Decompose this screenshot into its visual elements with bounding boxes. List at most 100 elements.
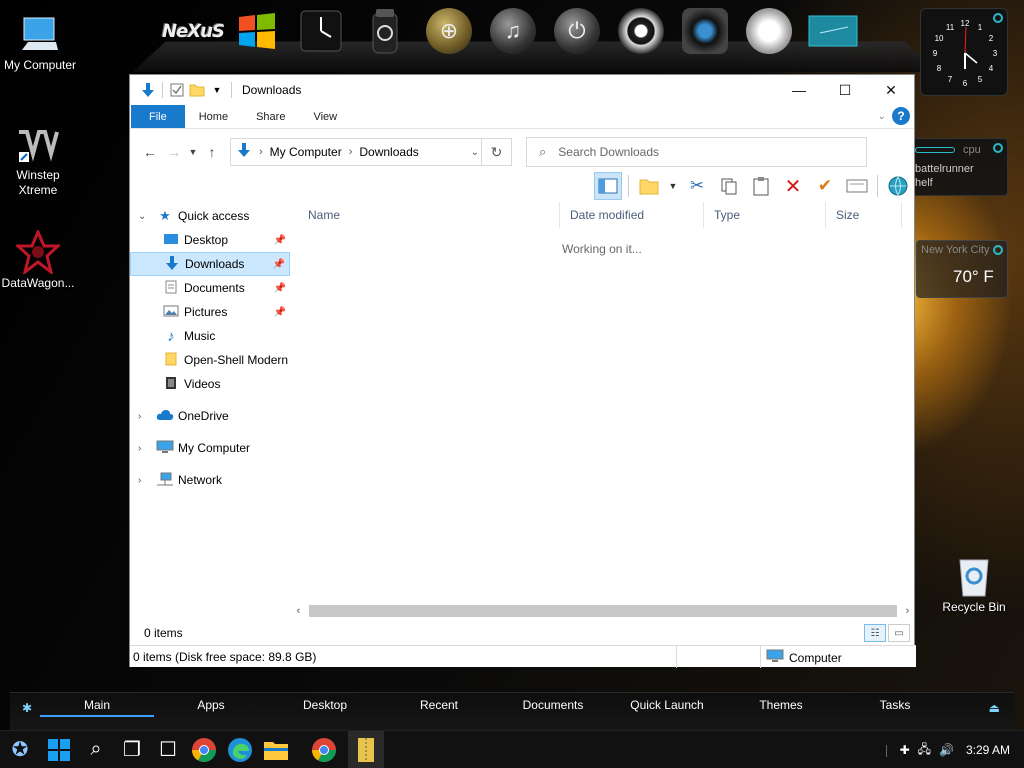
navigation-pane-icon[interactable] <box>594 172 622 200</box>
menu-item-desktop[interactable]: Desktop <box>268 698 382 717</box>
chevron-right-icon[interactable]: › <box>138 443 152 454</box>
column-header-name[interactable]: Name <box>298 202 560 228</box>
edge-icon[interactable] <box>222 731 258 768</box>
chat-icon[interactable]: ☐ <box>150 731 186 768</box>
horizontal-scrollbar[interactable]: ‹ › <box>290 602 916 619</box>
copy-icon[interactable] <box>715 172 743 200</box>
details-view-icon[interactable]: ☷ <box>864 624 886 642</box>
check-icon[interactable]: ✔ <box>811 172 839 200</box>
chrome-icon[interactable] <box>306 731 342 768</box>
menu-item-tasks[interactable]: Tasks <box>838 698 952 717</box>
widget-settings-dot[interactable] <box>993 143 1003 153</box>
desktop-icon-recycle-bin[interactable]: Recycle Bin <box>934 552 1014 615</box>
desktop-icon-winstep[interactable]: Winstep Xtreme <box>0 120 78 198</box>
help-icon[interactable]: ? <box>892 107 910 125</box>
chevron-right-icon[interactable]: › <box>138 475 152 486</box>
archive-icon[interactable] <box>348 730 384 768</box>
search-box[interactable]: ⌕ <box>526 137 867 167</box>
widget-settings-dot[interactable] <box>993 13 1003 23</box>
nav-downloads[interactable]: Downloads 📌 <box>130 252 290 276</box>
file-explorer-icon[interactable] <box>258 731 294 768</box>
large-icons-view-icon[interactable]: ▭ <box>888 624 910 642</box>
nav-documents[interactable]: Documents 📌 <box>130 276 290 300</box>
volume-icon[interactable]: 🔊 <box>939 743 954 757</box>
breadcrumb-downloads[interactable]: Downloads <box>359 145 418 159</box>
biohazard-icon[interactable] <box>357 6 413 56</box>
chevron-right-icon[interactable]: › <box>138 411 152 422</box>
task-view-icon[interactable]: ❐ <box>114 731 150 768</box>
nav-onedrive[interactable]: › OneDrive <box>130 404 290 428</box>
customize-quick-access-icon[interactable]: ▼ <box>207 80 227 100</box>
shell-start-icon[interactable]: ✪ <box>0 731 40 768</box>
collapse-menu-icon[interactable]: ⏏ <box>989 701 1000 715</box>
webcam-icon[interactable] <box>613 6 669 56</box>
pin-icon[interactable]: 📌 <box>274 235 286 246</box>
recent-locations-chevron-icon[interactable]: ▼ <box>186 140 200 164</box>
properties-icon[interactable] <box>167 80 187 100</box>
gear-icon[interactable]: ✱ <box>22 701 32 715</box>
network-icon[interactable]: 🖧 <box>918 740 931 761</box>
breadcrumb-chevron-icon[interactable]: › <box>349 146 353 158</box>
forward-arrow-icon[interactable]: → <box>162 140 186 164</box>
paste-icon[interactable] <box>747 172 775 200</box>
menu-item-recent[interactable]: Recent <box>382 698 496 717</box>
globe-icon[interactable]: ⊕ <box>421 6 477 56</box>
widget-settings-dot[interactable] <box>993 245 1003 255</box>
nav-desktop[interactable]: Desktop 📌 <box>130 228 290 252</box>
bell-icon[interactable]: ♫ <box>485 6 541 56</box>
close-button[interactable]: ✕ <box>868 75 914 105</box>
nav-my-computer[interactable]: › My Computer <box>130 436 290 460</box>
desktop-icon-my-computer[interactable]: My Computer <box>0 10 80 73</box>
nav-open-shell-modern[interactable]: Open-Shell Modern <box>130 348 290 372</box>
desktop-icon-datawagon[interactable]: DataWagon... <box>0 228 78 291</box>
search-icon[interactable]: ⌕ <box>78 731 114 768</box>
tab-home[interactable]: Home <box>185 105 242 128</box>
nav-quick-access[interactable]: ⌄ ★ Quick access <box>130 204 290 228</box>
tab-view[interactable]: View <box>299 105 351 128</box>
breadcrumb-chevron-icon[interactable]: › <box>259 146 263 158</box>
internet-icon[interactable] <box>884 172 912 200</box>
cut-icon[interactable]: ✂ <box>683 172 711 200</box>
expand-ribbon-icon[interactable]: ⌄ <box>878 111 886 122</box>
windows-start-icon[interactable] <box>40 731 78 768</box>
tab-share[interactable]: Share <box>242 105 299 128</box>
refresh-icon[interactable]: ↻ <box>481 139 511 165</box>
camera-icon[interactable] <box>677 6 733 56</box>
chevron-down-icon[interactable]: ⌄ <box>138 211 152 222</box>
cpu-widget[interactable]: cpu battelrunner helf <box>910 138 1008 196</box>
delete-icon[interactable]: ✕ <box>779 172 807 200</box>
file-list[interactable]: Name Date modified Type Size Working on … <box>298 202 908 612</box>
search-input[interactable] <box>558 145 839 159</box>
pin-icon[interactable]: 📌 <box>274 307 286 318</box>
scroll-left-icon[interactable]: ‹ <box>290 605 307 617</box>
back-arrow-icon[interactable]: ← <box>138 140 162 164</box>
nexus-icon[interactable]: NeXuS <box>162 6 225 56</box>
menu-item-main[interactable]: Main <box>40 698 154 717</box>
scroll-thumb[interactable] <box>309 604 897 617</box>
clock-widget[interactable]: 12 1 2 3 4 5 6 7 8 9 10 11 <box>920 8 1008 96</box>
column-header-size[interactable]: Size <box>826 202 902 228</box>
pin-icon[interactable]: 📌 <box>274 283 286 294</box>
minimize-button[interactable]: — <box>776 75 822 105</box>
nav-network[interactable]: › Network <box>130 468 290 492</box>
tray-plus-icon[interactable]: ✚ <box>900 743 910 757</box>
address-bar[interactable]: › My Computer › Downloads ⌄ ↻ <box>230 138 512 166</box>
column-header-date-modified[interactable]: Date modified <box>560 202 704 228</box>
up-arrow-icon[interactable]: ↑ <box>200 140 224 164</box>
breadcrumb-my-computer[interactable]: My Computer <box>270 145 342 159</box>
sticky-note-icon[interactable] <box>805 6 861 56</box>
speedometer-icon[interactable] <box>741 6 797 56</box>
folder-options-icon[interactable] <box>635 172 663 200</box>
power-icon[interactable]: ⏻ <box>549 6 605 56</box>
nav-music[interactable]: ♪ Music <box>130 324 290 348</box>
maximize-button[interactable]: ☐ <box>822 75 868 105</box>
pin-icon[interactable]: 📌 <box>273 259 285 270</box>
properties-icon[interactable] <box>843 172 871 200</box>
menu-item-apps[interactable]: Apps <box>154 698 268 717</box>
clock-icon[interactable] <box>293 6 349 56</box>
dropdown-icon[interactable]: ▼ <box>667 172 679 200</box>
column-header-type[interactable]: Type <box>704 202 826 228</box>
menu-item-quick-launch[interactable]: Quick Launch <box>610 698 724 717</box>
scroll-right-icon[interactable]: › <box>899 605 916 617</box>
weather-widget[interactable]: New York City 70° F <box>916 240 1008 298</box>
